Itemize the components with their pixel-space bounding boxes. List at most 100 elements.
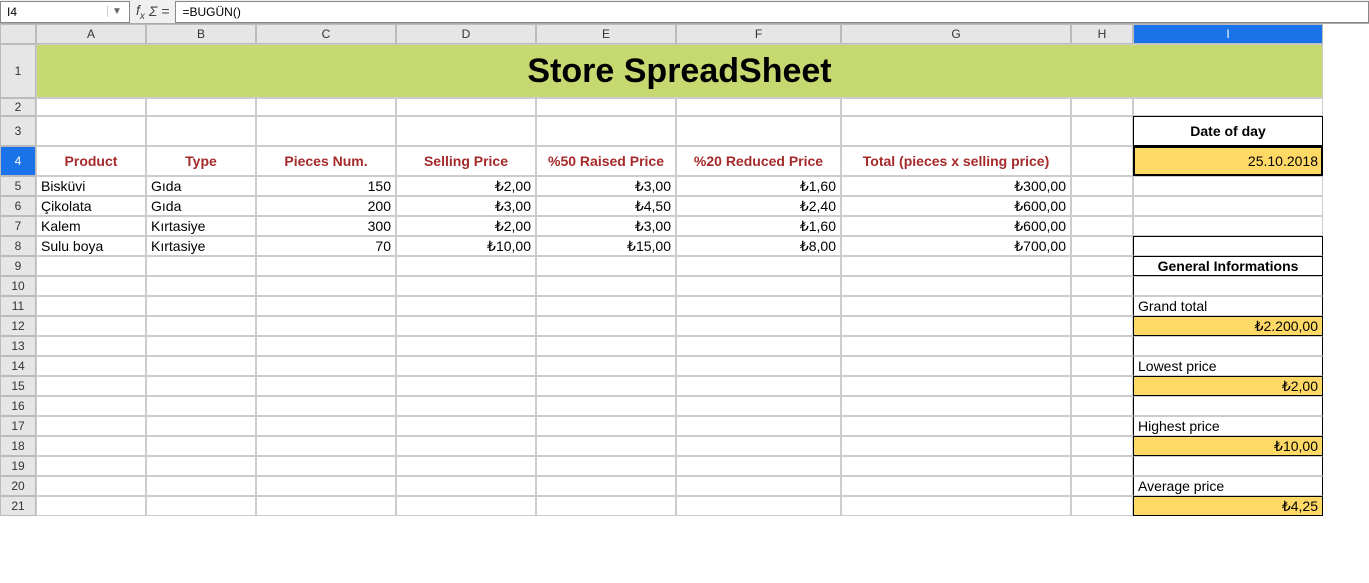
cell-E3[interactable] (536, 116, 676, 146)
lowest-price-value[interactable]: ₺2,00 (1133, 376, 1323, 396)
cell-C20[interactable] (256, 476, 396, 496)
header-pieces[interactable]: Pieces Num. (256, 146, 396, 176)
cell-reduced-1[interactable]: ₺2,40 (676, 196, 841, 216)
cell-pieces-0[interactable]: 150 (256, 176, 396, 196)
cell-total-0[interactable]: ₺300,00 (841, 176, 1071, 196)
cell-B19[interactable] (146, 456, 256, 476)
cell-G19[interactable] (841, 456, 1071, 476)
grand-total-label[interactable]: Grand total (1133, 296, 1323, 316)
cell-C10[interactable] (256, 276, 396, 296)
cell-reduced-3[interactable]: ₺8,00 (676, 236, 841, 256)
formula-input[interactable] (175, 1, 1369, 23)
cell-B14[interactable] (146, 356, 256, 376)
cell-H13[interactable] (1071, 336, 1133, 356)
row-header-5[interactable]: 5 (0, 176, 36, 196)
row-header-3[interactable]: 3 (0, 116, 36, 146)
cell-F14[interactable] (676, 356, 841, 376)
cell-D2[interactable] (396, 98, 536, 116)
header-product[interactable]: Product (36, 146, 146, 176)
cell-C11[interactable] (256, 296, 396, 316)
cell-total-2[interactable]: ₺600,00 (841, 216, 1071, 236)
cell-B2[interactable] (146, 98, 256, 116)
cell-E9[interactable] (536, 256, 676, 276)
cell-C16[interactable] (256, 396, 396, 416)
row-header-1[interactable]: 1 (0, 44, 36, 98)
cell-H4[interactable] (1071, 146, 1133, 176)
cell-H14[interactable] (1071, 356, 1133, 376)
cell-H20[interactable] (1071, 476, 1133, 496)
highest-price-label[interactable]: Highest price (1133, 416, 1323, 436)
cell-I6[interactable] (1133, 196, 1323, 216)
cell-G10[interactable] (841, 276, 1071, 296)
cell-product-1[interactable]: Çikolata (36, 196, 146, 216)
cell-H2[interactable] (1071, 98, 1133, 116)
cell-reduced-0[interactable]: ₺1,60 (676, 176, 841, 196)
col-header-G[interactable]: G (841, 24, 1071, 44)
cell-C17[interactable] (256, 416, 396, 436)
cell-B9[interactable] (146, 256, 256, 276)
date-of-day-label[interactable]: Date of day (1133, 116, 1323, 146)
cell-selling-2[interactable]: ₺2,00 (396, 216, 536, 236)
general-info-label[interactable]: General Informations (1133, 256, 1323, 276)
cell-G14[interactable] (841, 356, 1071, 376)
cell-E13[interactable] (536, 336, 676, 356)
cell-H11[interactable] (1071, 296, 1133, 316)
date-of-day-value[interactable]: 25.10.2018 (1133, 146, 1323, 176)
cell-D18[interactable] (396, 436, 536, 456)
cell-C13[interactable] (256, 336, 396, 356)
row-header-17[interactable]: 17 (0, 416, 36, 436)
header-total[interactable]: Total (pieces x selling price) (841, 146, 1071, 176)
cell-G11[interactable] (841, 296, 1071, 316)
row-header-18[interactable]: 18 (0, 436, 36, 456)
cell-raised-3[interactable]: ₺15,00 (536, 236, 676, 256)
cell-selling-3[interactable]: ₺10,00 (396, 236, 536, 256)
cell-I10[interactable] (1133, 276, 1323, 296)
col-header-F[interactable]: F (676, 24, 841, 44)
cell-raised-0[interactable]: ₺3,00 (536, 176, 676, 196)
cell-product-2[interactable]: Kalem (36, 216, 146, 236)
cell-A2[interactable] (36, 98, 146, 116)
cell-G12[interactable] (841, 316, 1071, 336)
cell-I5[interactable] (1133, 176, 1323, 196)
cell-A15[interactable] (36, 376, 146, 396)
cell-B21[interactable] (146, 496, 256, 516)
cell-I2[interactable] (1133, 98, 1323, 116)
cell-raised-1[interactable]: ₺4,50 (536, 196, 676, 216)
cell-I7[interactable] (1133, 216, 1323, 236)
row-header-6[interactable]: 6 (0, 196, 36, 216)
cell-raised-2[interactable]: ₺3,00 (536, 216, 676, 236)
cell-C21[interactable] (256, 496, 396, 516)
cell-G13[interactable] (841, 336, 1071, 356)
cell-C14[interactable] (256, 356, 396, 376)
cell-selling-0[interactable]: ₺2,00 (396, 176, 536, 196)
cell-A10[interactable] (36, 276, 146, 296)
cell-pieces-3[interactable]: 70 (256, 236, 396, 256)
cell-H17[interactable] (1071, 416, 1133, 436)
cell-E21[interactable] (536, 496, 676, 516)
cell-F20[interactable] (676, 476, 841, 496)
cell-D9[interactable] (396, 256, 536, 276)
function-wizard-icon[interactable]: fx (136, 2, 145, 22)
average-price-value[interactable]: ₺4,25 (1133, 496, 1323, 516)
cell-pieces-1[interactable]: 200 (256, 196, 396, 216)
cell-D12[interactable] (396, 316, 536, 336)
cell-D17[interactable] (396, 416, 536, 436)
cell-H10[interactable] (1071, 276, 1133, 296)
header-raised[interactable]: %50 Raised Price (536, 146, 676, 176)
cell-E12[interactable] (536, 316, 676, 336)
title-cell[interactable]: Store SpreadSheet (36, 44, 1323, 98)
cell-E14[interactable] (536, 356, 676, 376)
cell-C15[interactable] (256, 376, 396, 396)
cell-A11[interactable] (36, 296, 146, 316)
highest-price-value[interactable]: ₺10,00 (1133, 436, 1323, 456)
cell-E15[interactable] (536, 376, 676, 396)
cell-B3[interactable] (146, 116, 256, 146)
cell-F16[interactable] (676, 396, 841, 416)
cell-C9[interactable] (256, 256, 396, 276)
cell-H18[interactable] (1071, 436, 1133, 456)
cell-pieces-2[interactable]: 300 (256, 216, 396, 236)
cell-B17[interactable] (146, 416, 256, 436)
cell-F9[interactable] (676, 256, 841, 276)
header-type[interactable]: Type (146, 146, 256, 176)
row-header-10[interactable]: 10 (0, 276, 36, 296)
